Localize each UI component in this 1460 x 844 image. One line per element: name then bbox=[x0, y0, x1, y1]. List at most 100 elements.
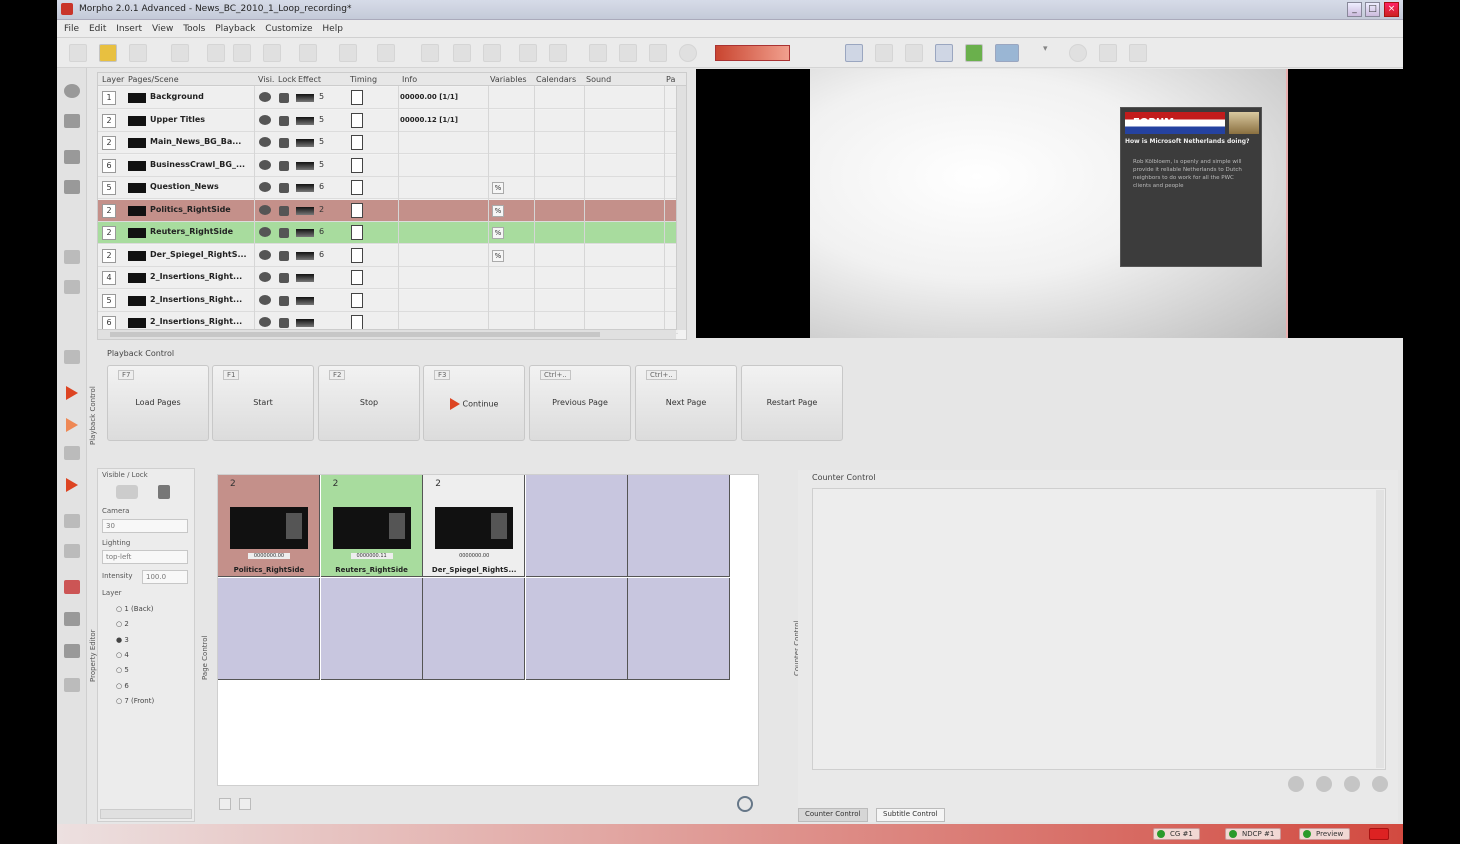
effect-icon[interactable] bbox=[296, 116, 314, 125]
mouth-icon[interactable] bbox=[64, 114, 80, 128]
layer-number[interactable]: 1 bbox=[102, 91, 116, 105]
status-preview[interactable]: Preview bbox=[1299, 828, 1351, 840]
playback-button-stop[interactable]: F2 Stop bbox=[318, 365, 420, 441]
intensity-field[interactable]: 100.0 bbox=[142, 570, 188, 584]
page-cell[interactable]: 2 0000000.00 Der_Spiegel_RightS... bbox=[423, 475, 526, 577]
timing-icon[interactable] bbox=[351, 247, 363, 263]
record-level-bar[interactable] bbox=[715, 45, 790, 61]
eye-icon[interactable] bbox=[259, 272, 271, 282]
paste-icon[interactable] bbox=[233, 44, 251, 62]
variable-icon[interactable]: % bbox=[492, 182, 504, 194]
effect-icon[interactable] bbox=[296, 229, 314, 237]
effect-icon[interactable] bbox=[296, 94, 314, 102]
camera-icon[interactable] bbox=[649, 44, 667, 62]
layer-row[interactable]: 2 Reuters_RightSide 6% bbox=[98, 222, 678, 244]
timing-icon[interactable] bbox=[351, 112, 363, 128]
effect-icon[interactable] bbox=[296, 251, 314, 260]
layer-icon[interactable] bbox=[64, 250, 80, 264]
layer-row[interactable]: 2 Main_News_BG_Ba... 5 bbox=[98, 132, 678, 154]
lock-icon[interactable] bbox=[279, 93, 289, 103]
lock-icon[interactable] bbox=[64, 644, 80, 658]
open-folder-icon[interactable] bbox=[99, 44, 117, 62]
maximize-button[interactable]: □ bbox=[1365, 2, 1380, 17]
remove-icon[interactable] bbox=[1372, 776, 1388, 792]
tab-subtitle-control[interactable]: Subtitle Control bbox=[876, 808, 945, 822]
effect-icon[interactable] bbox=[296, 274, 314, 282]
col-effect[interactable]: Effect bbox=[298, 75, 321, 84]
preview-window[interactable]: FORUM How is Microsoft Netherlands doing… bbox=[696, 69, 1403, 338]
film-icon[interactable] bbox=[64, 514, 80, 528]
add-icon[interactable] bbox=[1344, 776, 1360, 792]
menu-customize[interactable]: Customize bbox=[265, 20, 312, 38]
status-end-block[interactable] bbox=[1369, 828, 1390, 840]
lock-icon[interactable] bbox=[279, 273, 289, 283]
empty-page-cell[interactable] bbox=[525, 577, 628, 680]
variable-icon[interactable]: % bbox=[492, 204, 504, 217]
menu-insert[interactable]: Insert bbox=[116, 20, 142, 38]
timing-icon[interactable] bbox=[351, 225, 363, 240]
lock-icon[interactable] bbox=[64, 180, 80, 194]
lock-toggle-icon[interactable] bbox=[158, 485, 170, 499]
col-layer[interactable]: Layer bbox=[102, 75, 124, 84]
star-icon[interactable] bbox=[453, 44, 471, 62]
status-ndcp[interactable]: NDCP #1 bbox=[1225, 828, 1282, 840]
eye-icon[interactable] bbox=[259, 114, 271, 125]
playback-button-load-pages[interactable]: F7 Load Pages bbox=[107, 365, 209, 441]
eye-icon[interactable] bbox=[259, 159, 271, 170]
record-icon[interactable] bbox=[64, 580, 80, 594]
lock-icon[interactable] bbox=[279, 183, 289, 193]
col-pages[interactable]: Pages/Scene bbox=[128, 75, 179, 84]
layer-name[interactable]: Politics_RightSide bbox=[150, 205, 250, 214]
layer-tree-item[interactable]: ○ 7 (Front) bbox=[116, 697, 154, 705]
col-timing[interactable]: Timing bbox=[350, 75, 377, 84]
layer-vscroll[interactable] bbox=[676, 86, 686, 330]
undo-icon[interactable] bbox=[299, 44, 317, 62]
layer-number[interactable]: 2 bbox=[102, 136, 116, 150]
pointer-icon[interactable] bbox=[845, 44, 863, 62]
eye-icon[interactable] bbox=[259, 249, 271, 260]
layer-row[interactable]: 2 Der_Spiegel_RightS... 6% bbox=[98, 244, 678, 267]
page-prev-button[interactable] bbox=[219, 798, 231, 810]
variable-icon[interactable]: % bbox=[492, 227, 504, 239]
layer-tree-item[interactable]: ○ 4 bbox=[116, 651, 129, 659]
layer-row[interactable]: 5 Question_News 6% bbox=[98, 177, 678, 199]
layer-number[interactable]: 6 bbox=[102, 316, 116, 330]
eye-icon[interactable] bbox=[259, 317, 271, 327]
visible-toggle-icon[interactable] bbox=[116, 485, 138, 499]
playback-button-restart-page[interactable]: Restart Page bbox=[741, 365, 843, 441]
layer-name[interactable]: Background bbox=[150, 92, 250, 101]
empty-page-cell[interactable] bbox=[628, 475, 731, 577]
playback-button-start[interactable]: F1 Start bbox=[212, 365, 314, 441]
line-icon[interactable] bbox=[965, 44, 983, 62]
layer-row[interactable]: 5 2_Insertions_Right... bbox=[98, 289, 678, 312]
col-lock[interactable]: Lock bbox=[278, 75, 296, 84]
col-visible[interactable]: Visi. bbox=[258, 75, 274, 84]
grid-icon[interactable] bbox=[589, 44, 607, 62]
lock-icon[interactable] bbox=[279, 228, 289, 238]
lock-icon[interactable] bbox=[279, 295, 289, 306]
tab-counter-control[interactable]: Counter Control bbox=[798, 808, 868, 822]
lock-icon[interactable] bbox=[279, 250, 289, 261]
playback-button-continue[interactable]: F3 Continue bbox=[423, 365, 525, 441]
effect-icon[interactable] bbox=[296, 184, 314, 192]
timing-icon[interactable] bbox=[351, 157, 363, 173]
variable-icon[interactable]: % bbox=[492, 249, 504, 262]
layer-number[interactable]: 2 bbox=[102, 226, 116, 240]
property-hscroll[interactable] bbox=[100, 809, 192, 819]
effect-icon[interactable] bbox=[296, 161, 314, 170]
lock-icon[interactable] bbox=[279, 160, 289, 171]
delete-icon[interactable] bbox=[263, 44, 281, 62]
timing-icon[interactable] bbox=[351, 202, 363, 218]
film-icon[interactable] bbox=[64, 544, 80, 558]
empty-page-cell[interactable] bbox=[320, 577, 423, 680]
layer-name[interactable]: Reuters_RightSide bbox=[150, 227, 250, 236]
close-button[interactable]: × bbox=[1384, 2, 1399, 17]
eye-icon[interactable] bbox=[259, 204, 271, 215]
menu-tools[interactable]: Tools bbox=[183, 20, 205, 38]
fit-view-icon[interactable] bbox=[995, 44, 1019, 62]
layer-name[interactable]: 2_Insertions_Right... bbox=[150, 272, 250, 281]
layer-row[interactable]: 6 BusinessCrawl_BG_... 5 bbox=[98, 154, 678, 177]
col-info[interactable]: Info bbox=[402, 75, 417, 84]
layer-number[interactable]: 6 bbox=[102, 158, 116, 173]
print-icon[interactable] bbox=[171, 44, 189, 62]
